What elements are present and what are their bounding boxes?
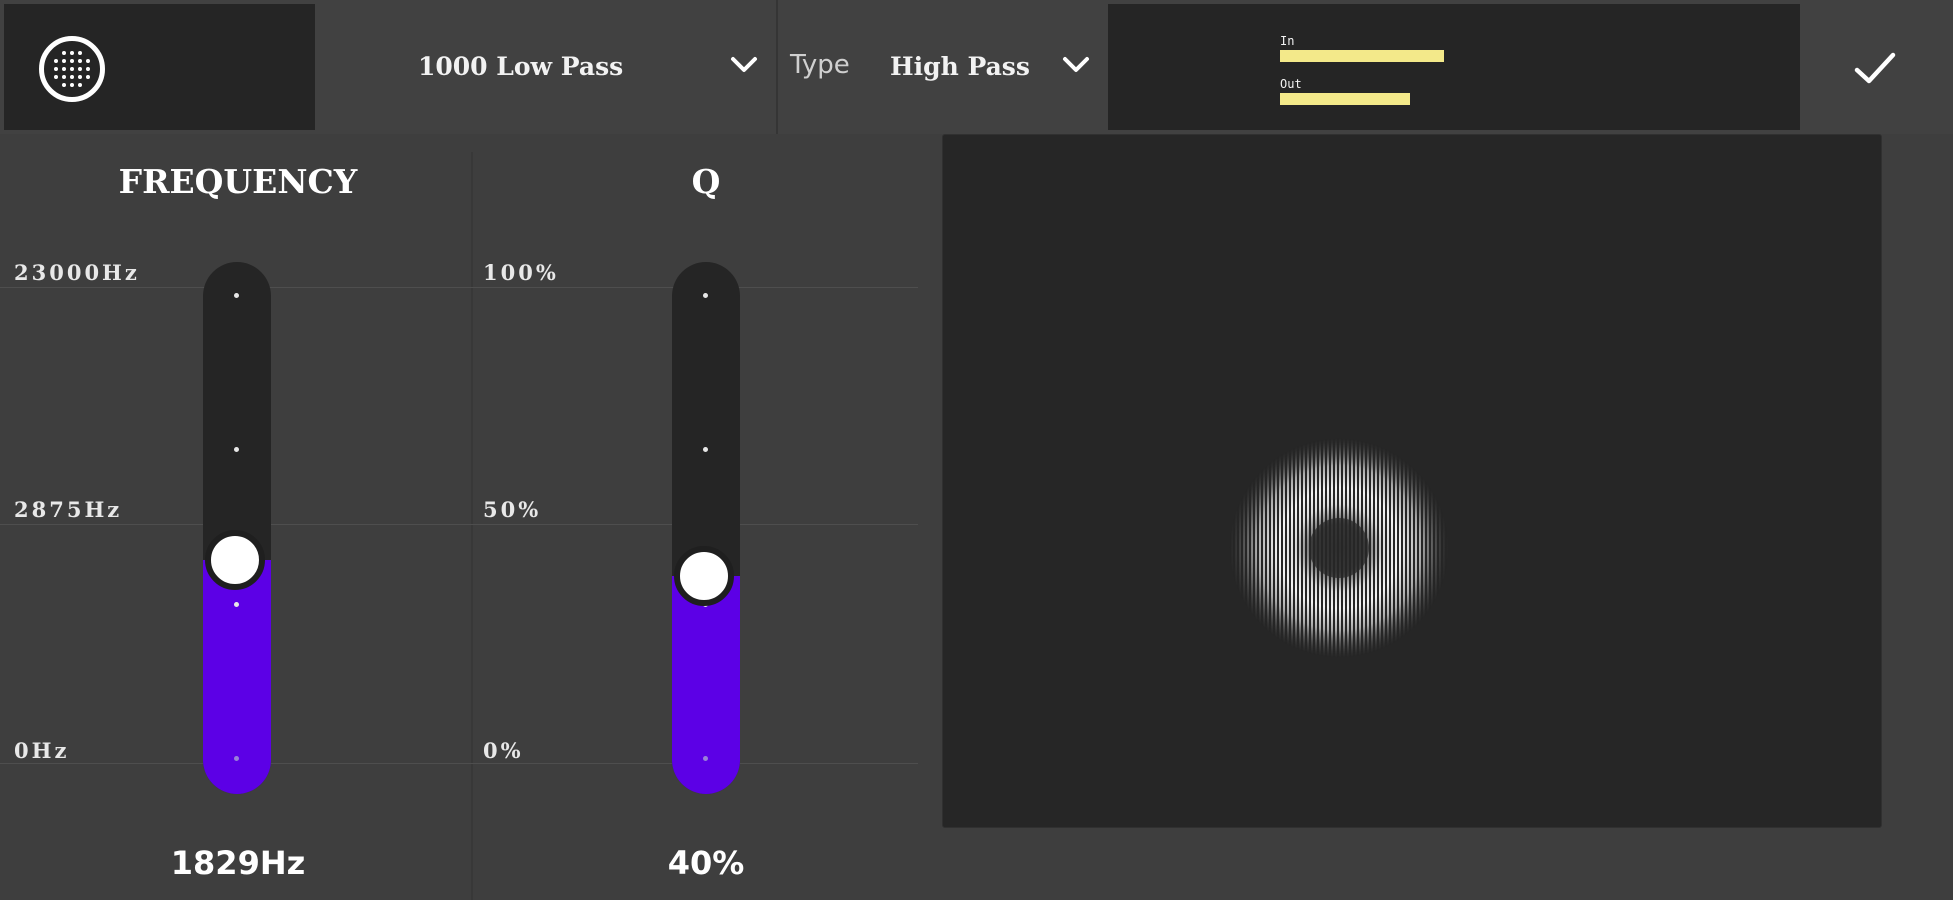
q-slider-track[interactable] (672, 262, 740, 794)
logo-dot (62, 67, 66, 71)
q-tick-top: 100% (483, 260, 559, 285)
logo-dot (78, 51, 82, 55)
q-slider-handle[interactable] (674, 545, 734, 606)
meter-in-bar (1280, 50, 1444, 62)
q-tick-mid: 50% (483, 497, 542, 522)
gridline-mid (0, 524, 918, 525)
top-toolbar: 1000 Low Pass Type High Pass In Out (0, 0, 1953, 134)
q-track-dot (703, 756, 708, 761)
frequency-tick-mid: 2875Hz (14, 497, 123, 522)
confirm-button[interactable] (1852, 48, 1898, 88)
frequency-slider-handle[interactable] (205, 529, 265, 590)
dot-grid-logo-icon (39, 36, 105, 102)
logo-dot (78, 59, 82, 63)
q-title: Q (691, 162, 721, 201)
type-label: Type (790, 50, 850, 80)
logo-dot (78, 67, 82, 71)
logo-dot (62, 51, 66, 55)
gridline-top (0, 287, 918, 288)
preset-dropdown[interactable]: 1000 Low Pass (418, 36, 763, 96)
logo-dot (70, 51, 74, 55)
logo-dot (54, 59, 58, 63)
meter-in-label: In (1280, 34, 1295, 48)
logo-dot (54, 67, 58, 71)
level-meter: In Out (1108, 4, 1800, 130)
logo-dot (78, 83, 82, 87)
audio-visualizer (942, 134, 1882, 828)
logo-dot (70, 83, 74, 87)
chevron-down-icon (1063, 57, 1089, 72)
q-tick-bottom: 0% (483, 738, 524, 763)
meter-out-bar (1280, 93, 1410, 105)
frequency-slider-track[interactable] (203, 262, 271, 794)
checkmark-icon (1854, 52, 1896, 84)
q-track-dot (703, 447, 708, 452)
frequency-track-dot (234, 756, 239, 761)
logo-dot (78, 75, 82, 79)
preset-dropdown-value: 1000 Low Pass (418, 51, 624, 81)
visualizer-ring-graphic (1229, 438, 1449, 658)
logo-dot (54, 75, 58, 79)
logo-dot (62, 59, 66, 63)
logo-dot (70, 59, 74, 63)
frequency-track-dot (234, 602, 239, 607)
frequency-tick-bottom: 0Hz (14, 738, 70, 763)
filter-type-dropdown[interactable]: High Pass (890, 36, 1095, 96)
logo-dot (86, 59, 90, 63)
frequency-title: FREQUENCY (118, 162, 358, 201)
frequency-tick-top: 23000Hz (14, 260, 140, 285)
gridline-bottom (0, 763, 918, 764)
logo-area[interactable] (4, 4, 315, 130)
logo-dot (86, 75, 90, 79)
logo-dot (70, 67, 74, 71)
chevron-down-icon (731, 57, 757, 72)
frequency-value: 1829Hz (170, 844, 306, 882)
logo-dot (62, 75, 66, 79)
logo-dot (86, 67, 90, 71)
q-track-dot (703, 293, 708, 298)
logo-dot (70, 75, 74, 79)
logo-dot (62, 83, 66, 87)
meter-out-label: Out (1280, 77, 1302, 91)
toolbar-divider (776, 0, 778, 134)
filter-type-value: High Pass (890, 51, 1030, 81)
frequency-track-dot (234, 447, 239, 452)
q-slider-fill (672, 575, 740, 794)
frequency-track-dot (234, 293, 239, 298)
column-divider (471, 152, 473, 900)
q-value: 40% (667, 844, 745, 882)
